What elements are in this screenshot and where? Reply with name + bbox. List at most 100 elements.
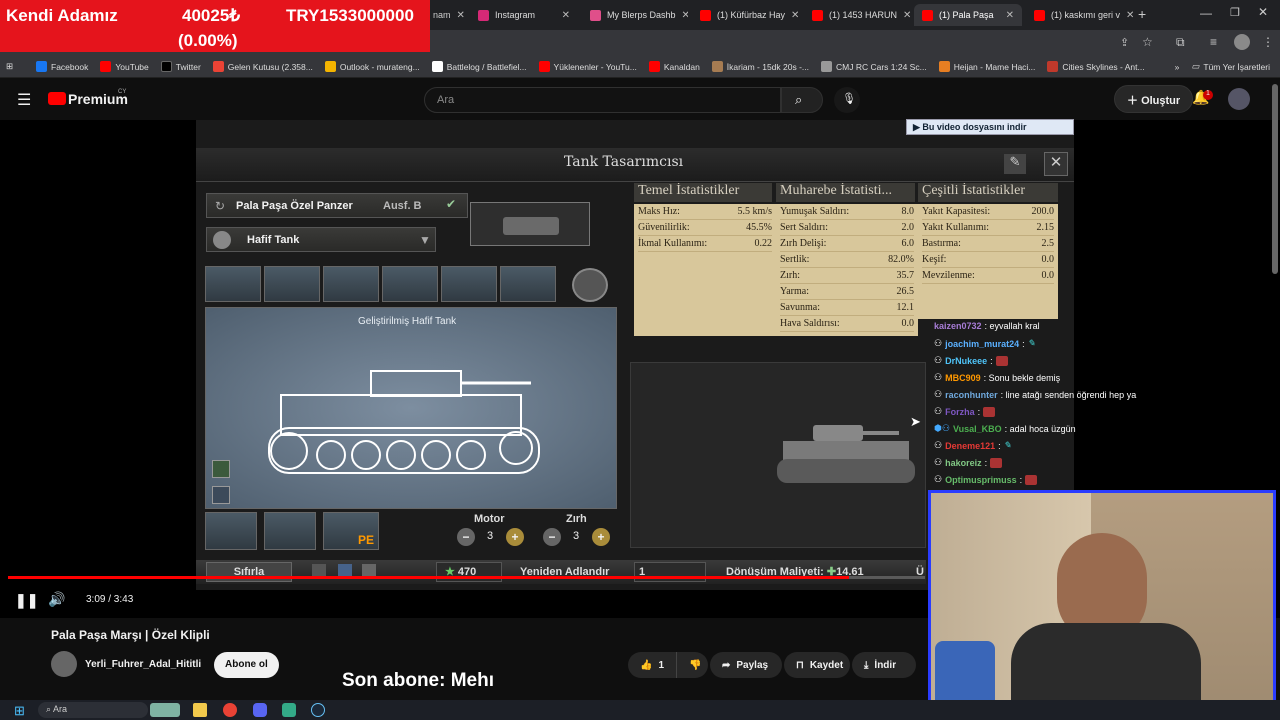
install-icon[interactable]: ⇪ xyxy=(1120,36,1129,49)
chat-message: ⚇ raconhunter: line atağı senden öğrendi … xyxy=(934,389,1137,400)
game-close-button[interactable]: ✕ xyxy=(1044,152,1068,176)
tab-kask[interactable]: (1) kaskımı geri v ✕ xyxy=(1026,4,1134,26)
profile-avatar[interactable] xyxy=(1234,34,1250,50)
reset-button[interactable]: Sıfırla xyxy=(206,562,292,582)
download-button[interactable]: ⤓ İndir xyxy=(852,652,916,678)
discord-icon[interactable] xyxy=(253,703,267,717)
header-misc-stats[interactable]: Çeşitli İstatistikler xyxy=(918,183,1058,202)
bookmark-gmail[interactable]: Gelen Kutusu (2.358... xyxy=(207,61,319,72)
close-icon[interactable]: ✕ xyxy=(1126,10,1134,21)
window-close-icon[interactable]: ✕ xyxy=(1258,5,1268,19)
motor-plus-button[interactable]: + xyxy=(506,528,524,546)
taskbar-search[interactable]: ⌕ Ara xyxy=(38,702,148,718)
restore-icon[interactable]: ❐ xyxy=(1230,6,1240,19)
tab-kufurbaz[interactable]: (1) Küfürbaz Hay ✕ xyxy=(692,4,800,26)
bookmark-facebook[interactable]: Facebook xyxy=(30,61,94,72)
bookmark-yuklenenler[interactable]: Yüklenenler - YouTu... xyxy=(533,61,643,72)
pause-icon[interactable]: ❚❚ xyxy=(15,592,38,609)
armor-module[interactable] xyxy=(264,512,316,550)
windows-start-icon[interactable]: ⊞ xyxy=(14,703,25,719)
youtube-logo-icon[interactable] xyxy=(48,92,66,105)
edit-icon[interactable]: ✎ xyxy=(1004,154,1026,174)
search-input[interactable]: Ara xyxy=(424,87,781,113)
bookmark-battlelog[interactable]: Battlelog / Battlefiel... xyxy=(426,61,533,72)
create-button[interactable]: ＋ Oluştur xyxy=(1114,85,1194,113)
module-slot-2[interactable] xyxy=(264,266,320,302)
new-tab-icon[interactable]: + xyxy=(1138,6,1146,22)
close-icon[interactable]: ✕ xyxy=(903,10,911,21)
tank-3d-preview[interactable] xyxy=(630,362,926,548)
extensions-icon[interactable]: ⧉ xyxy=(1176,35,1185,50)
check-icon[interactable]: ✔ xyxy=(446,197,456,211)
like-button[interactable]: 👍 1 xyxy=(628,652,676,678)
page-scrollbar[interactable] xyxy=(1272,84,1278,274)
armor-plus-button[interactable]: + xyxy=(592,528,610,546)
minimize-icon[interactable]: — xyxy=(1200,6,1212,20)
header-combat-stats[interactable]: Muharebe İstatisti... xyxy=(776,183,915,202)
engine-module[interactable] xyxy=(205,512,257,550)
tab-1453[interactable]: (1) 1453 HARUN ✕ xyxy=(804,4,912,26)
module-slot-6[interactable] xyxy=(500,266,556,302)
bookmark-outlook[interactable]: Outlook - murateng... xyxy=(319,61,426,72)
chat-message: ⚇ Optimusprimuss: xyxy=(934,474,1038,485)
side-tool-1[interactable] xyxy=(212,460,230,478)
side-tool-2[interactable] xyxy=(212,486,230,504)
steam-icon[interactable] xyxy=(311,703,325,717)
tab-pala-pasa[interactable]: (1) Pala Paşa ✕ xyxy=(914,4,1022,26)
bookmark-kanaldan[interactable]: Kanaldan xyxy=(643,61,706,72)
close-icon[interactable]: ✕ xyxy=(562,10,570,21)
module-slot-1[interactable] xyxy=(205,266,261,302)
tank-chassis-icon[interactable] xyxy=(572,268,608,302)
download-video-banner[interactable]: ▶ Bu video dosyasını indir xyxy=(906,119,1074,135)
dislike-button[interactable]: 👎 xyxy=(676,652,708,678)
save-button[interactable]: ⊓ Kaydet xyxy=(784,652,850,678)
bookmark-heijan[interactable]: Heijan - Mame Haci... xyxy=(933,61,1042,72)
tab-instagram[interactable]: Instagram ✕ xyxy=(470,4,578,26)
module-slot-5[interactable] xyxy=(441,266,497,302)
more-bookmarks-icon[interactable]: » xyxy=(1169,62,1186,72)
chat-message: ⚇ DrNukeee: xyxy=(934,355,1008,366)
module-slot-3[interactable] xyxy=(323,266,379,302)
menu-icon[interactable]: ⋮ xyxy=(1262,35,1274,49)
star-icon[interactable]: ☆ xyxy=(1142,35,1153,49)
motor-minus-button[interactable]: − xyxy=(457,528,475,546)
rename-button[interactable]: Yeniden Adlandır xyxy=(520,562,609,582)
video-title: Pala Paşa Marşı | Özel Klipli xyxy=(51,628,210,642)
subscribe-button[interactable]: Abone ol xyxy=(214,652,279,678)
bookmark-youtube[interactable]: YouTube xyxy=(94,61,154,72)
all-bookmarks[interactable]: ▭ Tüm Yer İşaretleri xyxy=(1185,61,1280,72)
account-avatar[interactable] xyxy=(1228,88,1250,110)
channel-avatar[interactable] xyxy=(51,651,77,677)
tank-app-icon[interactable] xyxy=(150,703,180,717)
tab-partial[interactable]: nam ✕ xyxy=(425,4,465,26)
share-button[interactable]: ➦ Paylaş xyxy=(710,652,782,678)
outlook-icon xyxy=(324,61,336,72)
volume-icon[interactable]: 🔊 xyxy=(48,591,65,608)
app-icon[interactable] xyxy=(282,703,296,717)
search-button[interactable]: ⌕ xyxy=(781,87,823,113)
bookmark-twitter[interactable]: Twitter xyxy=(155,61,207,72)
media-icon[interactable]: ≡ xyxy=(1210,35,1217,49)
module-slot-4[interactable] xyxy=(382,266,438,302)
tank-type-dropdown[interactable]: Hafif Tank ▼ xyxy=(206,227,436,252)
channel-name[interactable]: Yerli_Fuhrer_Adal_Hititli xyxy=(85,659,201,670)
bookmark-cities[interactable]: Cities Skylines - Ant... xyxy=(1041,61,1150,72)
badge-icon: ⬢⚇ xyxy=(934,423,950,433)
close-icon[interactable]: ✕ xyxy=(682,10,688,21)
chrome-icon[interactable] xyxy=(223,703,237,717)
special-module[interactable]: PE xyxy=(323,512,379,550)
close-icon[interactable]: ✕ xyxy=(791,10,799,21)
bookmark-cmj[interactable]: CMJ RC Cars 1:24 Sc... xyxy=(815,61,933,72)
design-name-field[interactable]: ↻ Pala Paşa Özel Panzer Ausf. B xyxy=(206,193,468,218)
hamburger-icon[interactable]: ☰ xyxy=(17,90,31,110)
close-icon[interactable]: ✕ xyxy=(1006,10,1014,21)
header-basic-stats[interactable]: Temel İstatistikler xyxy=(634,183,772,202)
file-explorer-icon[interactable] xyxy=(193,703,207,717)
tab-blerps[interactable]: My Blerps Dashb ✕ xyxy=(582,4,688,26)
armor-minus-button[interactable]: − xyxy=(543,528,561,546)
search-icon: ⌕ xyxy=(46,704,54,714)
tank-type-icon xyxy=(213,231,231,249)
bookmark-ikariam[interactable]: İkariam - 15dk 20s -... xyxy=(706,61,815,72)
mic-button[interactable]: 🎙 xyxy=(834,87,860,113)
apps-icon[interactable]: ⊞ xyxy=(0,61,30,72)
